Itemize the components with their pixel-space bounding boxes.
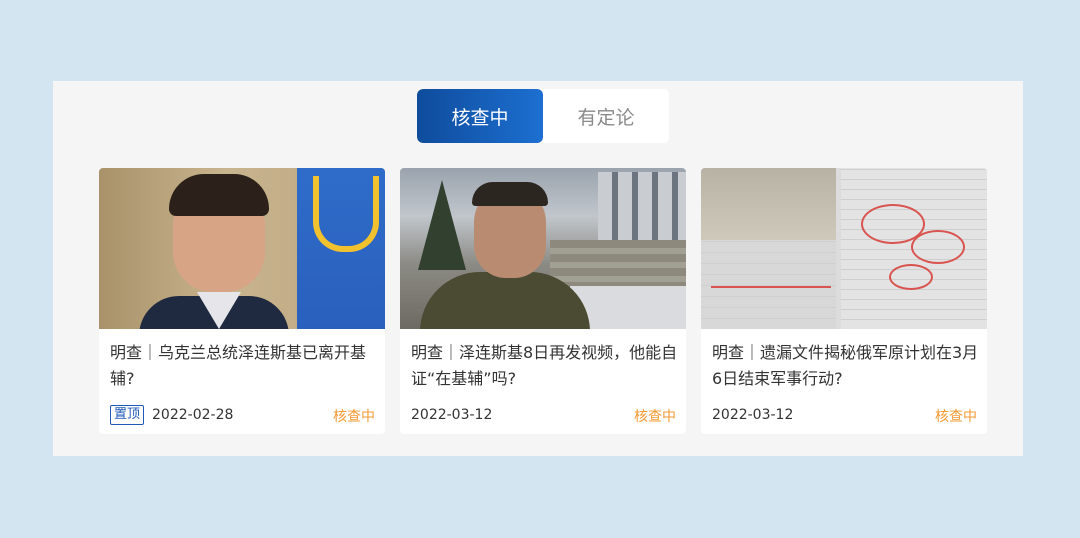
article-title[interactable]: 明查｜泽连斯基8日再发视频，他能自证“在基辅”吗?: [411, 340, 679, 392]
tab-switcher: 核查中 有定论: [417, 89, 669, 143]
pinned-badge: 置顶: [110, 405, 145, 425]
tab-concluded[interactable]: 有定论: [543, 89, 669, 143]
article-thumbnail[interactable]: [400, 168, 686, 329]
tab-checking[interactable]: 核查中: [417, 89, 543, 143]
route-line: [711, 286, 831, 288]
status-label: 核查中: [935, 409, 977, 425]
article-title[interactable]: 明查｜乌克兰总统泽连斯基已离开基辅?: [110, 340, 378, 392]
article-meta: 2022-03-12: [411, 404, 492, 426]
fact-check-panel: 核查中 有定论 明查｜乌克兰总统泽连斯基已离开基辅? 置顶 2022-02-28…: [53, 81, 1023, 456]
trident-emblem: [313, 176, 379, 252]
article-meta: 置顶 2022-02-28: [110, 404, 233, 426]
sandbags-graphic: [550, 240, 686, 290]
document-graphic: [701, 240, 836, 329]
article-thumbnail[interactable]: [701, 168, 987, 329]
person-hair: [169, 174, 269, 216]
map-marker: [889, 264, 933, 290]
person-hair: [472, 182, 548, 206]
map-marker: [911, 230, 965, 264]
article-card[interactable]: 明查｜遗漏文件揭秘俄军原计划在3月6日结束军事行动? 2022-03-12 核查…: [701, 168, 987, 434]
document-graphic: [701, 168, 836, 240]
article-meta: 2022-03-12: [712, 404, 793, 426]
article-date: 2022-03-12: [712, 407, 794, 423]
article-title[interactable]: 明查｜遗漏文件揭秘俄军原计划在3月6日结束军事行动?: [712, 340, 980, 392]
tree-graphic: [418, 180, 466, 270]
status-label: 核查中: [333, 409, 375, 425]
status-label: 核查中: [634, 409, 676, 425]
article-card[interactable]: 明查｜泽连斯基8日再发视频，他能自证“在基辅”吗? 2022-03-12 核查中: [400, 168, 686, 434]
article-thumbnail[interactable]: [99, 168, 385, 329]
article-date: 2022-02-28: [152, 407, 234, 423]
article-date: 2022-03-12: [411, 407, 493, 423]
article-card[interactable]: 明查｜乌克兰总统泽连斯基已离开基辅? 置顶 2022-02-28 核查中: [99, 168, 385, 434]
